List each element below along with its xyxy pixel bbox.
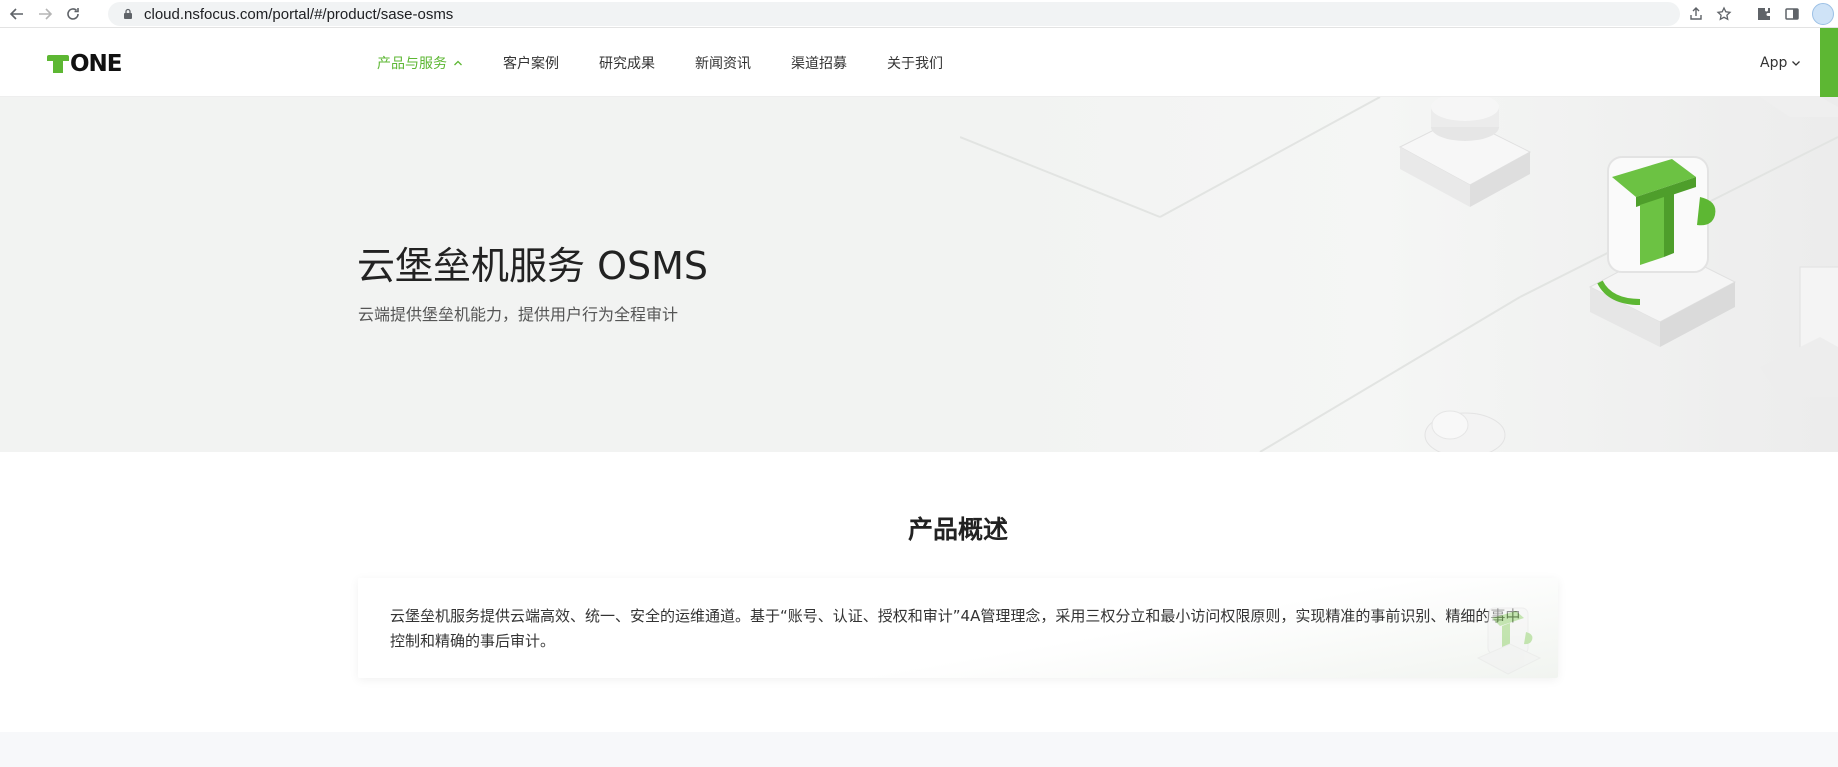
nav-label: 渠道招募 xyxy=(791,55,847,72)
side-panel-icon[interactable] xyxy=(1778,0,1806,28)
address-bar[interactable]: cloud.nsfocus.com/portal/#/product/sase-… xyxy=(108,2,1680,26)
hero-illustration xyxy=(960,97,1838,452)
site-header: ONE 产品与服务 客户案例 研究成果 新闻资讯 渠道招募 关于我们 App xyxy=(0,28,1838,97)
overview-card: 云堡垒机服务提供云端高效、统一、安全的运维通道。基于“账号、认证、授权和审计”4… xyxy=(358,578,1558,678)
chevron-down-icon xyxy=(1792,60,1801,66)
database-icon xyxy=(1398,97,1532,207)
reload-icon[interactable] xyxy=(62,3,84,25)
back-icon[interactable] xyxy=(6,3,28,25)
nav-research[interactable]: 研究成果 xyxy=(599,53,655,73)
nav-label: 关于我们 xyxy=(887,55,943,72)
site-logo[interactable]: ONE xyxy=(47,51,123,77)
share-icon[interactable] xyxy=(1682,0,1710,28)
nav-channel-recruitment[interactable]: 渠道招募 xyxy=(791,53,847,73)
nav-news[interactable]: 新闻资讯 xyxy=(695,53,751,73)
hero-banner: 云堡垒机服务 OSMS 云端提供堡垒机能力，提供用户行为全程审计 xyxy=(0,97,1838,452)
app-label: App xyxy=(1760,54,1788,71)
nav-label: 新闻资讯 xyxy=(695,55,751,72)
nav-about-us[interactable]: 关于我们 xyxy=(887,53,943,73)
nav-label: 产品与服务 xyxy=(377,55,447,72)
app-menu[interactable]: App xyxy=(1760,28,1801,97)
overview-title: 产品概述 xyxy=(907,515,1008,544)
t-logo-watermark-icon xyxy=(1476,607,1542,675)
extensions-icon[interactable] xyxy=(1750,0,1778,28)
nav-label: 研究成果 xyxy=(599,55,655,72)
small-cube-icon xyxy=(1760,97,1838,117)
url-text: cloud.nsfocus.com/portal/#/product/sase-… xyxy=(144,5,454,23)
bookmark-star-icon[interactable] xyxy=(1710,0,1738,28)
hero-subtitle: 云端提供堡垒机能力，提供用户行为全程审计 xyxy=(358,305,679,324)
header-accent-bar xyxy=(1820,28,1838,97)
nav-products-services[interactable]: 产品与服务 xyxy=(377,53,463,73)
nav-customer-cases[interactable]: 客户案例 xyxy=(503,53,559,73)
logo-text: ONE xyxy=(70,51,123,77)
chevron-up-icon xyxy=(454,60,462,65)
t-logo-cube-icon xyxy=(1588,156,1737,347)
overview-text: 云堡垒机服务提供云端高效、统一、安全的运维通道。基于“账号、认证、授权和审计”4… xyxy=(390,607,1521,650)
main-nav: 产品与服务 客户案例 研究成果 新闻资讯 渠道招募 关于我们 xyxy=(377,28,983,97)
hero-title: 云堡垒机服务 OSMS xyxy=(357,244,709,288)
browser-toolbar: cloud.nsfocus.com/portal/#/product/sase-… xyxy=(0,0,1838,28)
next-section-strip xyxy=(0,732,1838,767)
logo-mark-icon xyxy=(47,55,69,73)
server-cube-icon xyxy=(1760,266,1838,397)
forward-icon[interactable] xyxy=(34,3,56,25)
nav-label: 客户案例 xyxy=(503,55,559,72)
cloud-icon xyxy=(1424,410,1506,452)
lock-icon xyxy=(124,8,132,19)
profile-avatar[interactable] xyxy=(1812,3,1834,25)
